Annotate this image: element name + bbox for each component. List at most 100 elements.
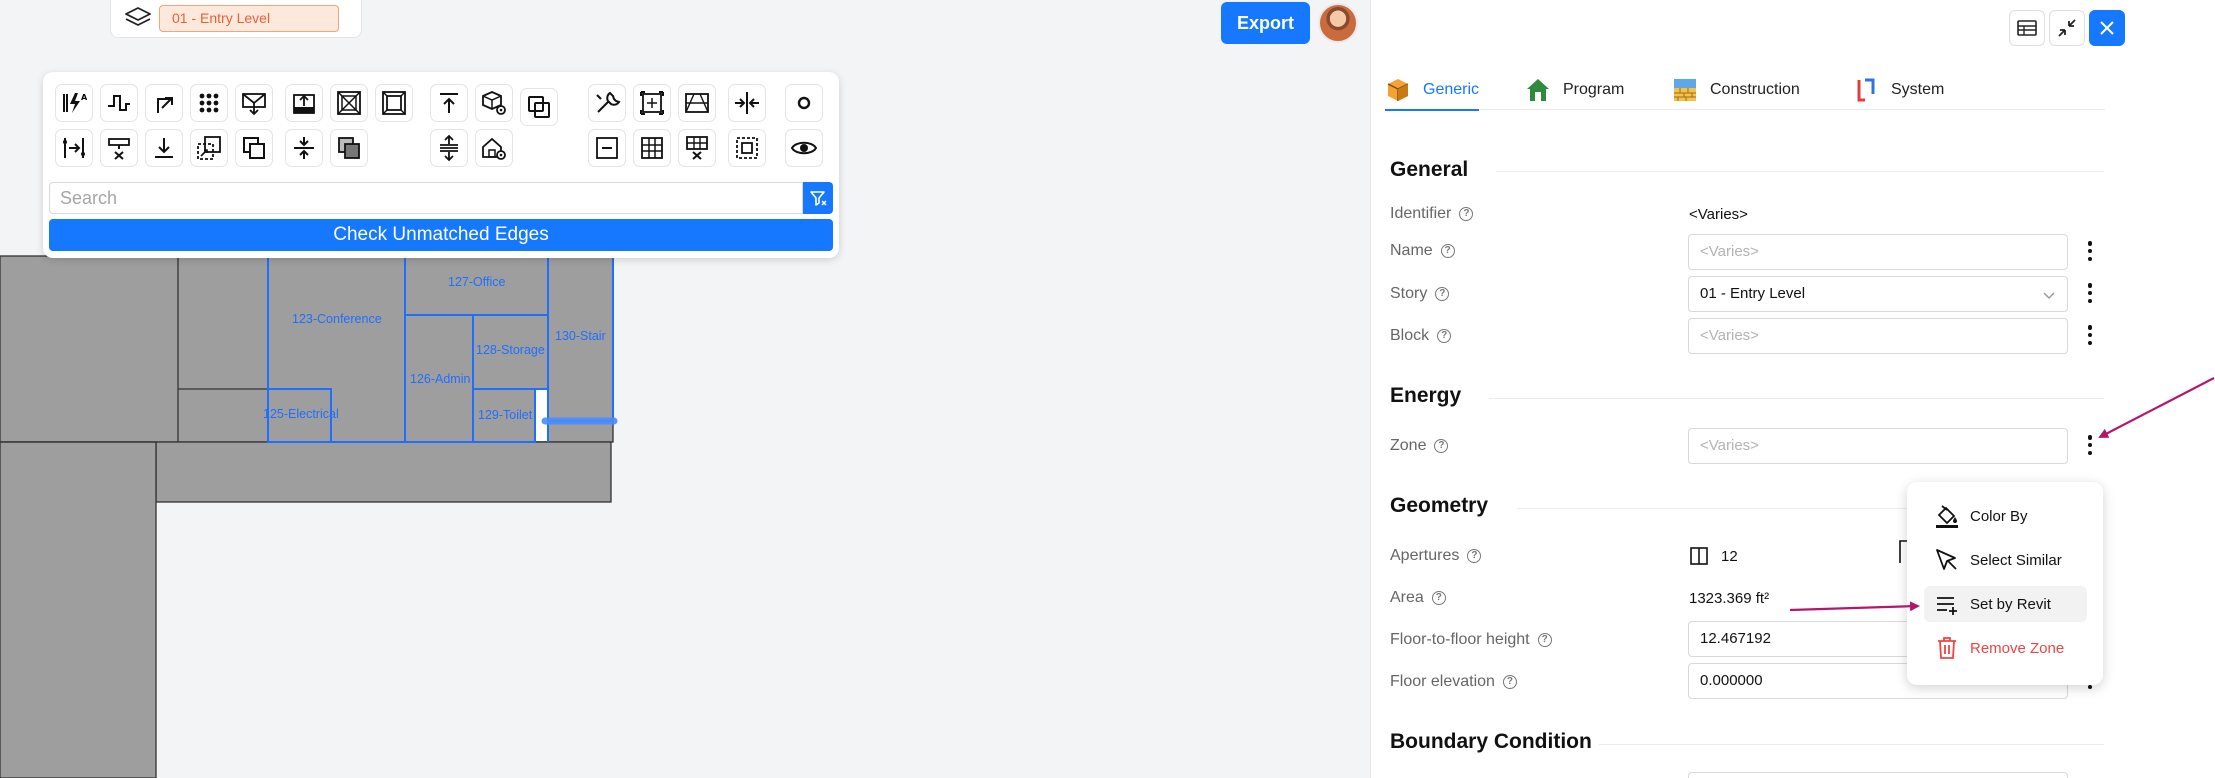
trash-icon xyxy=(1938,637,1956,659)
building-mass-lower xyxy=(155,441,612,503)
menu-item-label: Remove Zone xyxy=(1970,639,2065,657)
room-label: 127-Office xyxy=(448,275,506,289)
house-icon xyxy=(1527,79,1549,101)
menu-item-set-by-revit[interactable]: Set by Revit xyxy=(1924,586,2087,622)
tab-label: Generic xyxy=(1423,81,1480,98)
crossed-box-icon[interactable] xyxy=(330,84,368,122)
tab-label: System xyxy=(1891,81,1945,98)
help-icon[interactable]: ? xyxy=(1537,633,1552,647)
upload-box-icon[interactable] xyxy=(285,84,323,122)
align-top-icon[interactable] xyxy=(430,84,468,122)
story-more-icon[interactable] xyxy=(2083,280,2097,306)
room-label: 126-Admin xyxy=(410,372,471,386)
copy-squares-icon[interactable] xyxy=(235,129,273,167)
close-icon xyxy=(2100,21,2114,35)
check-unmatched-edges-button[interactable]: Check Unmatched Edges xyxy=(49,219,833,251)
zone-more-icon[interactable] xyxy=(2083,432,2097,458)
stacked-move-icon[interactable] xyxy=(190,129,228,167)
resize-frame-icon[interactable] xyxy=(633,84,671,122)
floor-elevation-label: Floor elevation? xyxy=(1390,673,1517,691)
identifier-label: Identifier? xyxy=(1390,205,1474,223)
menu-item-select-similar[interactable]: Select Similar xyxy=(1924,542,2087,578)
zone-label: Zone? xyxy=(1390,437,1449,455)
minus-box-icon[interactable] xyxy=(588,129,626,167)
level-selector[interactable]: 01 - Entry Level xyxy=(110,0,362,38)
tab-generic[interactable]: Generic xyxy=(1385,70,1480,111)
help-icon[interactable]: ? xyxy=(1431,591,1446,605)
delete-grid-icon[interactable] xyxy=(678,129,716,167)
perspective-icon[interactable] xyxy=(678,84,716,122)
circle-icon[interactable] xyxy=(785,84,823,122)
wrench-icon[interactable] xyxy=(588,84,626,122)
name-more-icon[interactable] xyxy=(2083,238,2097,264)
boundary-field[interactable] xyxy=(1688,772,2068,778)
story-select[interactable]: 01 - Entry Level xyxy=(1688,276,2068,312)
dot-grid-icon[interactable] xyxy=(190,84,228,122)
menu-item-label: Set by Revit xyxy=(1970,595,2051,613)
duct-icon xyxy=(1857,78,1875,102)
room-label: 123-Conference xyxy=(292,312,382,326)
shaded-squares-icon[interactable] xyxy=(330,129,368,167)
help-icon[interactable]: ? xyxy=(1467,549,1482,563)
block-field[interactable]: <Varies> xyxy=(1688,318,2068,354)
apertures-label: Apertures? xyxy=(1390,547,1482,565)
help-icon[interactable]: ? xyxy=(1435,287,1450,301)
overlap-squares-icon[interactable] xyxy=(520,88,558,126)
tab-program[interactable]: Program xyxy=(1525,70,1624,110)
select-region-icon[interactable] xyxy=(728,129,766,167)
help-icon[interactable]: ? xyxy=(1440,244,1455,258)
align-bottom-icon[interactable] xyxy=(145,129,183,167)
floor-to-floor-label: Floor-to-floor height? xyxy=(1390,631,1552,649)
lightning-label-icon[interactable]: A xyxy=(55,84,93,122)
help-icon[interactable]: ? xyxy=(1502,675,1517,689)
search-input[interactable] xyxy=(49,182,803,214)
roof-slope-icon[interactable] xyxy=(235,84,273,122)
paint-bucket-icon xyxy=(1936,505,1958,528)
corner-arrow-icon[interactable] xyxy=(145,84,183,122)
toolbar-spacer xyxy=(375,129,413,167)
collapse-button[interactable] xyxy=(2049,10,2085,46)
section-divider xyxy=(1496,171,2104,172)
cube-gear-icon[interactable] xyxy=(475,84,513,122)
tab-construction[interactable]: Construction xyxy=(1672,70,1800,110)
help-icon[interactable]: ? xyxy=(1434,439,1449,453)
tab-label: Construction xyxy=(1710,81,1800,98)
block-more-icon[interactable] xyxy=(2083,322,2097,348)
menu-item-remove-zone[interactable]: Remove Zone xyxy=(1924,630,2087,666)
zone-field[interactable]: <Varies> xyxy=(1688,428,2068,464)
split-edge-icon[interactable] xyxy=(55,129,93,167)
menu-item-color-by[interactable]: Color By xyxy=(1924,498,2087,534)
section-title-energy: Energy xyxy=(1390,384,1462,407)
help-icon[interactable]: ? xyxy=(1437,329,1452,343)
eye-icon[interactable] xyxy=(785,129,823,167)
area-value: 1323.369 ft² xyxy=(1689,590,1770,607)
avatar[interactable] xyxy=(1318,3,1358,43)
story-value: 01 - Entry Level xyxy=(1700,285,1806,302)
tool-palette: A Check Unmatched Edges xyxy=(43,72,839,258)
tab-system[interactable]: System xyxy=(1853,70,1944,110)
name-field[interactable]: <Varies> xyxy=(1688,234,2068,270)
current-level-badge[interactable]: 01 - Entry Level xyxy=(159,5,339,32)
menu-item-label: Select Similar xyxy=(1970,551,2062,569)
help-icon[interactable]: ? xyxy=(1459,207,1474,221)
inner-square-icon[interactable] xyxy=(375,84,413,122)
table-view-button[interactable] xyxy=(2009,10,2045,46)
split-vertical-icon[interactable] xyxy=(285,129,323,167)
expand-vertical-icon[interactable] xyxy=(430,129,468,167)
delete-beam-icon[interactable] xyxy=(100,129,138,167)
house-gear-icon[interactable] xyxy=(475,129,513,167)
cube-icon xyxy=(1387,79,1409,101)
merge-in-icon[interactable] xyxy=(728,84,766,122)
identifier-value: <Varies> xyxy=(1689,206,1748,223)
step-profile-icon[interactable] xyxy=(100,84,138,122)
wall-icon xyxy=(1674,79,1696,101)
filter-icon[interactable] xyxy=(803,182,833,214)
grid-icon[interactable] xyxy=(633,129,671,167)
floor-to-floor-field[interactable]: 12.467192 xyxy=(1688,621,1938,657)
close-button[interactable] xyxy=(2089,10,2125,46)
svg-text:A: A xyxy=(81,93,88,102)
tool-search xyxy=(49,182,833,214)
export-button[interactable]: Export xyxy=(1221,2,1310,44)
list-add-icon xyxy=(1937,597,1957,615)
select-cursor-icon xyxy=(1936,549,1957,570)
